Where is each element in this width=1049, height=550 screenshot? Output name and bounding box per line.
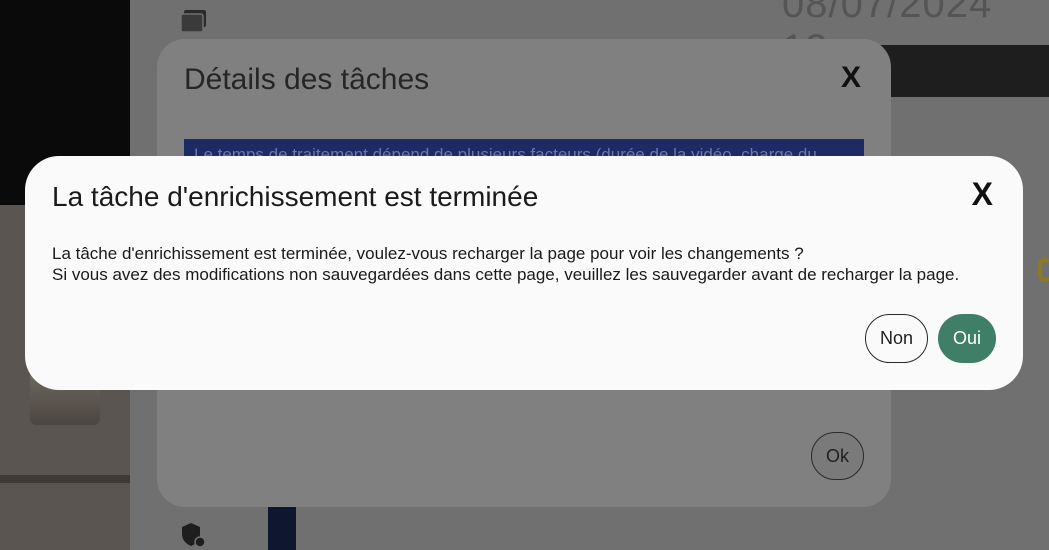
message-line-2: Si vous avez des modifications non sauve… xyxy=(52,265,960,284)
modal-message: La tâche d'enrichissement est terminée, … xyxy=(52,243,1012,285)
preview-shelf xyxy=(0,475,130,483)
modal-close-button[interactable]: X xyxy=(972,178,993,210)
dialog-title: Détails des tâches xyxy=(184,63,430,96)
ok-button[interactable]: Ok xyxy=(811,432,864,480)
background-block xyxy=(268,505,296,550)
shield-icon[interactable] xyxy=(180,522,206,548)
yes-button[interactable]: Oui xyxy=(938,314,996,363)
reload-confirmation-modal: La tâche d'enrichissement est terminée X… xyxy=(25,156,1023,390)
folder-icon[interactable] xyxy=(180,8,208,34)
modal-actions: Non Oui xyxy=(865,314,996,363)
header-bar xyxy=(880,45,1049,97)
message-line-1: La tâche d'enrichissement est terminée, … xyxy=(52,244,804,263)
background-glyph xyxy=(1038,258,1049,282)
no-button[interactable]: Non xyxy=(865,314,928,363)
close-button[interactable]: X xyxy=(841,61,861,95)
modal-title: La tâche d'enrichissement est terminée xyxy=(52,181,539,212)
